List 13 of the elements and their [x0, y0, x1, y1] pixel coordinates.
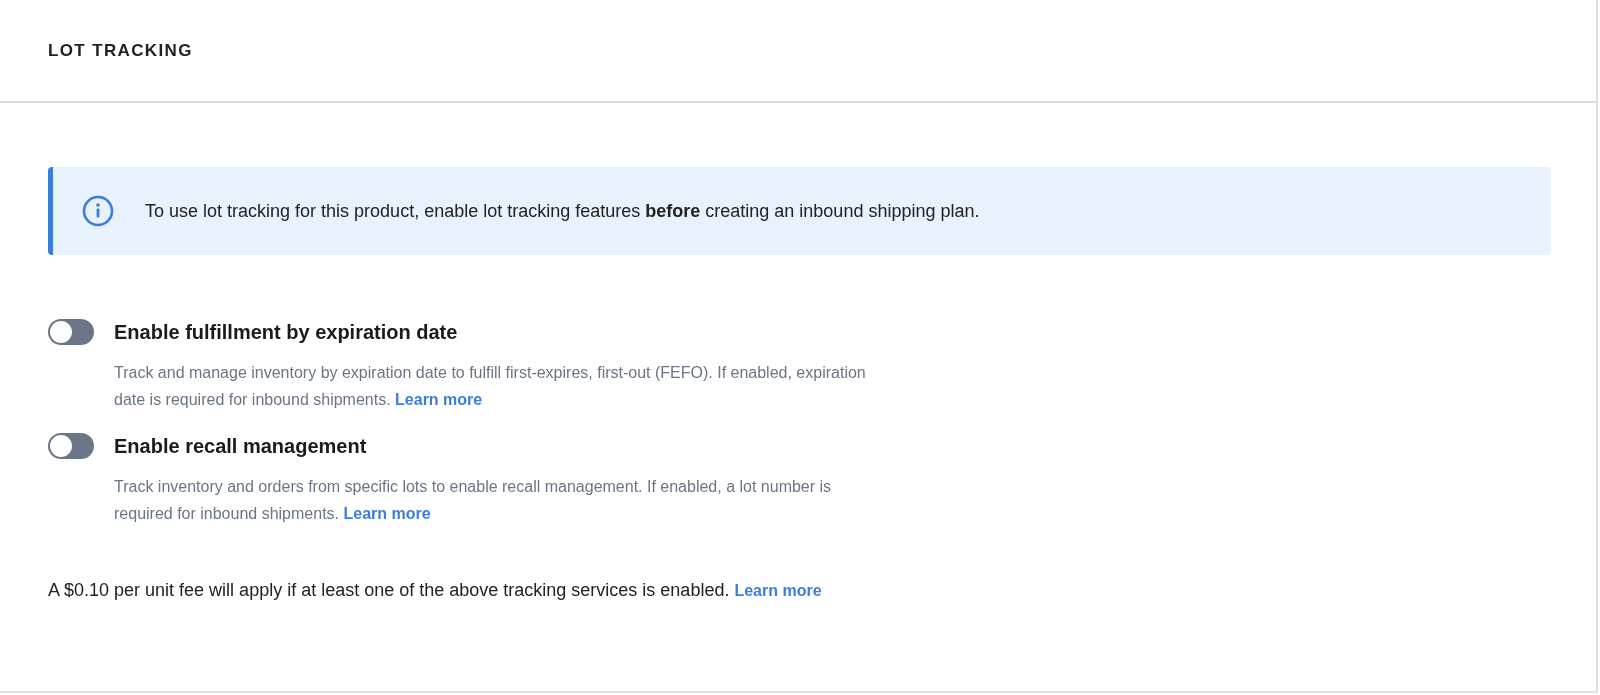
section-title: LOT TRACKING	[48, 39, 193, 62]
learn-more-link[interactable]: Learn more	[395, 391, 483, 408]
info-message: To use lot tracking for this product, enable lot tracking features before creating an inbound shipping plan.	[145, 199, 980, 223]
learn-more-link[interactable]: Learn more	[343, 505, 431, 522]
setting-description: Track and manage inventory by expiration date to fulfill first-expires, first-out (FEFO). If enabled, expiration date is required for inbound shipments. Learn more	[114, 363, 867, 410]
setting-label: Enable fulfillment by expiration date	[114, 320, 458, 345]
setting-description: Track inventory and orders from specific lots to enable recall management. If enabled, a lot number is required for inbound shipments. Learn more	[114, 477, 833, 524]
setting-label: Enable recall management	[114, 434, 367, 459]
fee-note: A $0.10 per unit fee will apply if at least one of the above tracking services is enabled. Learn more	[48, 579, 823, 602]
toggle-switch[interactable]	[48, 433, 94, 459]
learn-more-link[interactable]: Learn more	[734, 582, 822, 599]
toggle-switch[interactable]	[48, 319, 94, 345]
info-icon	[81, 194, 115, 228]
